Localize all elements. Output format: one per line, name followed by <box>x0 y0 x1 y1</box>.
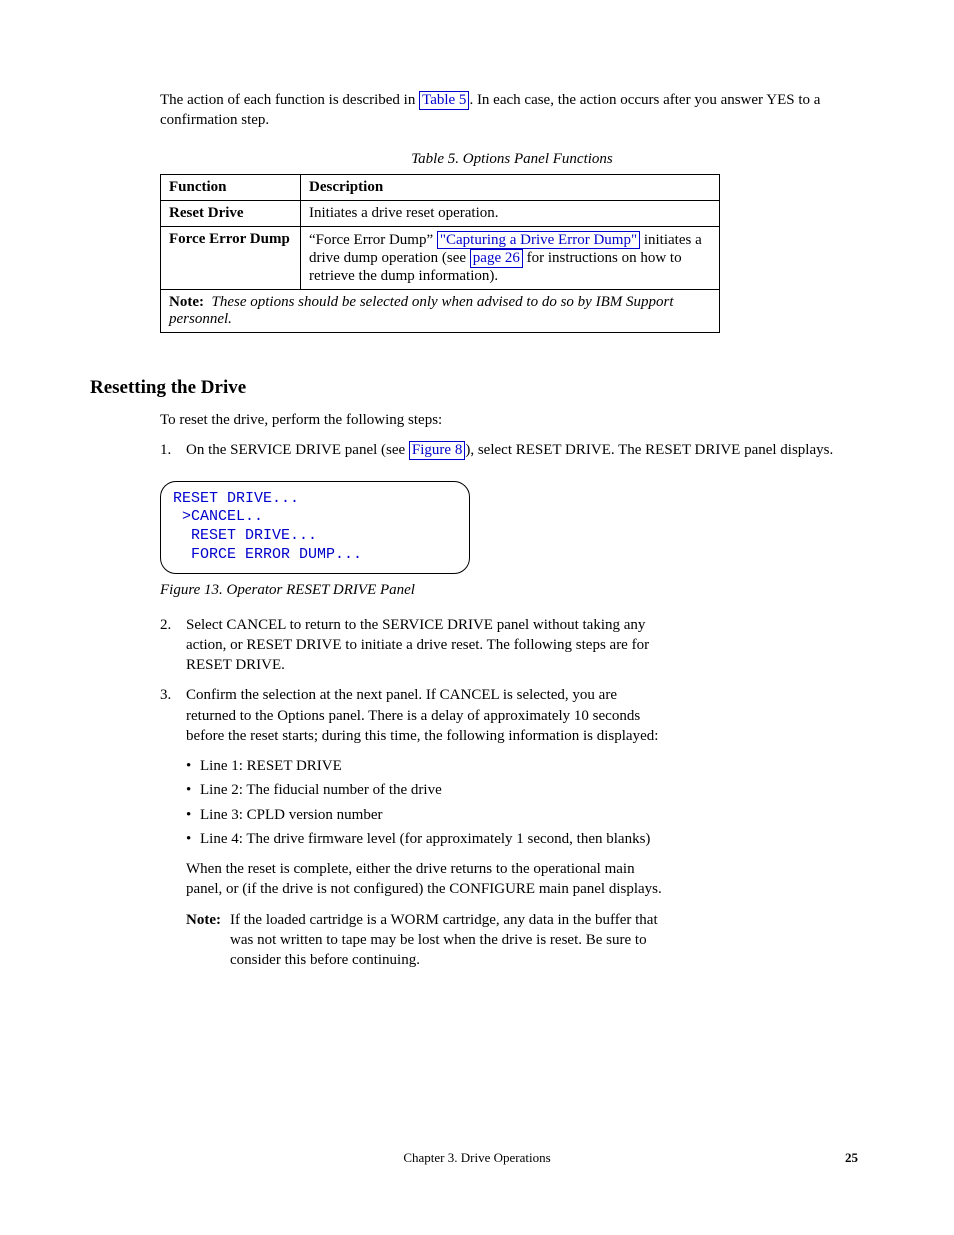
page-footer: Chapter 3. Drive Operations 25 <box>90 1150 864 1170</box>
table-row: Function Description <box>161 174 720 200</box>
para1-before: The action of each function is described… <box>160 92 419 108</box>
col-function-header: Function <box>161 174 301 200</box>
note-line: If the loaded cartridge is a WORM cartri… <box>230 912 658 928</box>
col-description-header: Description <box>301 174 720 200</box>
footer-page-number: 25 <box>845 1150 858 1166</box>
sublist-text: Line 2: The fiducial number of the drive <box>200 780 442 800</box>
para-reset-complete: When the reset is complete, either the d… <box>186 859 864 900</box>
table-row: Note: These options should be selected o… <box>161 289 720 332</box>
figure13-text: Operator RESET DRIVE Panel <box>227 582 415 598</box>
sublist-item: • Line 1: RESET DRIVE <box>186 756 864 776</box>
display-line: >CANCEL.. <box>173 508 263 525</box>
footer-chapter: Chapter 3. Drive Operations <box>96 1150 858 1166</box>
note-block: Note: If the loaded cartridge is a WORM … <box>186 910 864 971</box>
cell-function: Force Error Dump <box>161 226 301 289</box>
step-1: 1. On the SERVICE DRIVE panel (see Figur… <box>160 440 864 460</box>
bullet-icon: • <box>186 780 200 800</box>
bullet-icon: • <box>186 829 200 849</box>
step-3-line: before the reset starts; during this tim… <box>186 728 658 744</box>
table5-caption-idx: Table 5. <box>411 151 459 167</box>
link-capturing-dump[interactable]: "Capturing a Drive Error Dump" <box>437 231 640 250</box>
display-line: RESET DRIVE... <box>173 527 317 544</box>
table-row: Reset Drive Initiates a drive reset oper… <box>161 200 720 226</box>
bullet-icon: • <box>186 805 200 825</box>
step-1-after: ), select RESET DRIVE. The RESET DRIVE p… <box>465 442 833 458</box>
sublist-text: Line 3: CPLD version number <box>200 805 382 825</box>
display-line: FORCE ERROR DUMP... <box>173 546 362 563</box>
sublist-text: Line 1: RESET DRIVE <box>200 756 342 776</box>
step-2: 2. Select CANCEL to return to the SERVIC… <box>160 615 864 676</box>
link-table5[interactable]: Table 5 <box>419 91 469 110</box>
step-number: 3. <box>160 685 186 746</box>
desc-open: “Force Error Dump” <box>309 232 437 248</box>
display-panel-reset-drive: RESET DRIVE... >CANCEL.. RESET DRIVE... … <box>160 481 470 574</box>
cell-function: Reset Drive <box>161 200 301 226</box>
sublist-item: • Line 3: CPLD version number <box>186 805 864 825</box>
step-2-line: action, or RESET DRIVE to initiate a dri… <box>186 637 649 653</box>
figure13-idx: Figure 13. <box>160 582 223 598</box>
step-number: 1. <box>160 440 186 460</box>
link-page26[interactable]: page 26 <box>470 249 523 268</box>
para2-line: panel, or (if the drive is not configure… <box>186 881 662 897</box>
para2-line: When the reset is complete, either the d… <box>186 861 635 877</box>
table-row: Force Error Dump “Force Error Dump” "Cap… <box>161 226 720 289</box>
table5: Function Description Reset Drive Initiat… <box>160 174 720 333</box>
sublist-item: • Line 2: The fiducial number of the dri… <box>186 780 864 800</box>
sublist-item: • Line 4: The drive firmware level (for … <box>186 829 864 849</box>
display-line: RESET DRIVE... <box>173 490 299 507</box>
bullet-icon: • <box>186 756 200 776</box>
step-2-line: Select CANCEL to return to the SERVICE D… <box>186 617 645 633</box>
table5-caption: Table 5. Options Panel Functions <box>160 151 864 168</box>
cell-note: Note: These options should be selected o… <box>161 289 720 332</box>
note-line: consider this before continuing. <box>230 952 420 968</box>
step-1-before: On the SERVICE DRIVE panel (see <box>186 442 409 458</box>
reset-intro: To reset the drive, perform the followin… <box>160 410 864 430</box>
step-2-line: RESET DRIVE. <box>186 657 285 673</box>
step-3-line: Confirm the selection at the next panel.… <box>186 687 617 703</box>
note-line: was not written to tape may be lost when… <box>230 932 647 948</box>
section-title-resetting-drive: Resetting the Drive <box>90 375 864 401</box>
step-3: 3. Confirm the selection at the next pan… <box>160 685 864 746</box>
note-head: Note: <box>186 910 230 971</box>
cell-description: Initiates a drive reset operation. <box>301 200 720 226</box>
sublist-text: Line 4: The drive firmware level (for ap… <box>200 829 650 849</box>
step-number: 2. <box>160 615 186 676</box>
figure13-caption: Figure 13. Operator RESET DRIVE Panel <box>160 582 864 599</box>
link-figure8[interactable]: Figure 8 <box>409 441 465 460</box>
table5-caption-text: Options Panel Functions <box>463 151 613 167</box>
cell-description: “Force Error Dump” "Capturing a Drive Er… <box>301 226 720 289</box>
step-3-line: returned to the Options panel. There is … <box>186 708 640 724</box>
